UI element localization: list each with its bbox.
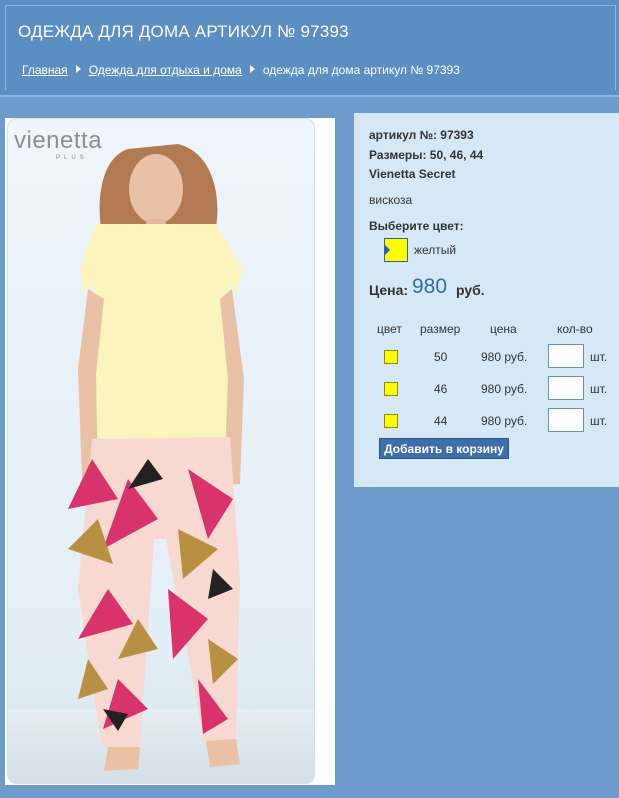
col-header-qty: кол-во <box>557 322 593 336</box>
page-header: ОДЕЖДА ДЛЯ ДОМА АРТИКУЛ № 97393 Главная О… <box>0 0 619 97</box>
row-color-swatch <box>384 414 398 428</box>
quantity-input[interactable] <box>548 376 584 400</box>
model-illustration <box>8 144 314 783</box>
quantity-input[interactable] <box>548 344 584 368</box>
color-name: желтый <box>414 243 457 257</box>
color-swatch-yellow[interactable] <box>384 238 408 262</box>
row-price: 980 руб. <box>481 414 528 428</box>
row-unit: шт. <box>590 414 608 428</box>
article-number: артикул №: 97393 <box>369 128 474 142</box>
row-unit: шт. <box>590 350 608 364</box>
row-color-swatch <box>384 382 398 396</box>
selected-marker-icon <box>385 245 390 255</box>
price-currency: руб. <box>456 282 485 298</box>
chevron-right-icon <box>75 65 81 73</box>
add-to-cart-button[interactable]: Добавить в корзину <box>379 438 509 459</box>
header-frame <box>5 5 616 90</box>
sizes-list: Размеры: 50, 46, 44 <box>369 148 484 162</box>
row-price: 980 руб. <box>481 382 528 396</box>
col-header-price: цена <box>490 322 517 336</box>
price-value: 980 <box>412 275 448 298</box>
breadcrumb-current: одежда для дома артикул № 97393 <box>262 63 460 77</box>
row-size: 44 <box>434 414 448 428</box>
page-title: ОДЕЖДА ДЛЯ ДОМА АРТИКУЛ № 97393 <box>18 22 349 41</box>
quantity-input[interactable] <box>548 408 584 432</box>
row-color-swatch <box>384 350 398 364</box>
breadcrumb: Главная Одежда для отдыха и дома одежда дл… <box>22 63 460 77</box>
chevron-right-icon <box>249 65 255 73</box>
breadcrumb-category-link[interactable]: Одежда для отдыха и дома <box>89 63 242 77</box>
breadcrumb-home-link[interactable]: Главная <box>22 63 68 77</box>
product-image-panel: vienetta PLUS <box>5 118 335 785</box>
brand-logo: vienetta <box>14 127 103 154</box>
material: вискоза <box>369 193 413 207</box>
product-photo[interactable]: vienetta PLUS <box>7 118 315 784</box>
choose-color-label: Выберите цвет: <box>369 219 464 233</box>
col-header-size: размер <box>420 322 461 336</box>
row-size: 46 <box>434 382 448 396</box>
row-size: 50 <box>434 350 448 364</box>
row-unit: шт. <box>590 382 608 396</box>
brand-name: Vienetta Secret <box>369 167 456 181</box>
row-price: 980 руб. <box>481 350 528 364</box>
col-header-color: цвет <box>377 322 402 336</box>
price-label: Цена: <box>369 282 409 298</box>
brand-logo-sub: PLUS <box>56 155 88 161</box>
